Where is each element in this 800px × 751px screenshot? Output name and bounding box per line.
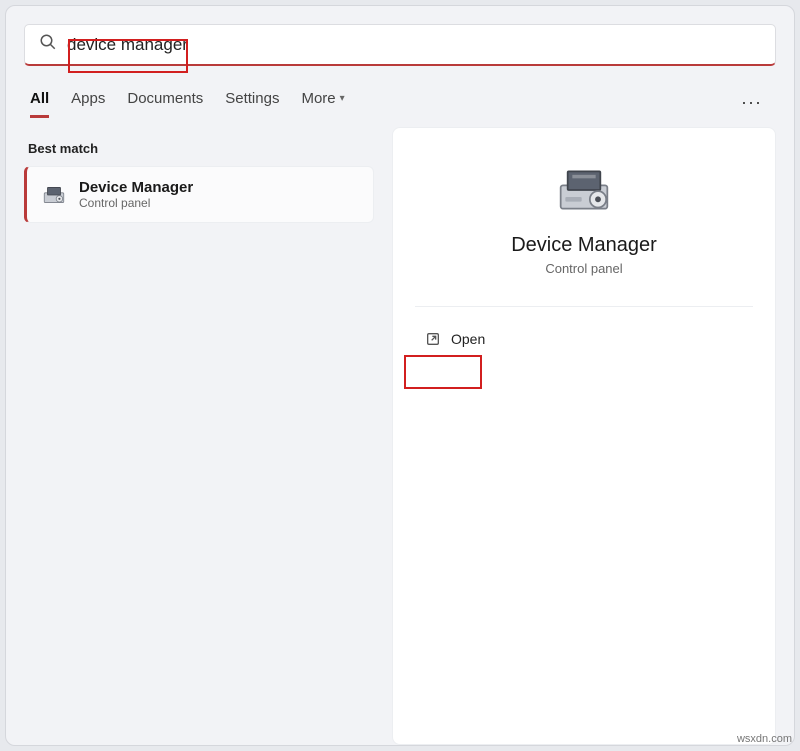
result-subtitle: Control panel	[79, 196, 193, 210]
divider	[415, 306, 753, 307]
results-area: Best match Device Manager Control panel	[24, 125, 776, 745]
tab-apps[interactable]: Apps	[71, 90, 105, 115]
tab-more[interactable]: More ▾	[301, 90, 344, 115]
chevron-down-icon: ▾	[340, 93, 345, 104]
start-search-window: All Apps Documents Settings More ▾ ··· B…	[5, 5, 795, 746]
device-manager-large-icon	[554, 162, 614, 218]
detail-subtitle: Control panel	[545, 261, 622, 276]
section-label-best-match: Best match	[24, 141, 374, 156]
result-item-device-manager[interactable]: Device Manager Control panel	[24, 166, 374, 223]
detail-actions: Open	[415, 325, 753, 353]
search-bar[interactable]	[24, 24, 776, 66]
result-text: Device Manager Control panel	[79, 179, 193, 210]
result-title: Device Manager	[79, 179, 193, 196]
open-label: Open	[451, 331, 485, 347]
open-button[interactable]: Open	[415, 325, 495, 353]
more-options-button[interactable]: ···	[733, 88, 770, 117]
tab-more-label: More	[301, 90, 335, 107]
device-manager-icon	[41, 182, 67, 208]
detail-panel: Device Manager Control panel Open	[392, 127, 776, 745]
open-external-icon	[425, 331, 441, 347]
tab-all[interactable]: All	[30, 90, 49, 118]
results-list: Best match Device Manager Control panel	[24, 125, 374, 745]
search-input[interactable]	[67, 35, 761, 55]
tab-settings[interactable]: Settings	[225, 90, 279, 115]
watermark: wsxdn.com	[737, 733, 792, 745]
tab-documents[interactable]: Documents	[127, 90, 203, 115]
detail-title: Device Manager	[511, 234, 657, 257]
search-icon	[39, 33, 57, 56]
filter-tabs: All Apps Documents Settings More ▾ ···	[24, 88, 776, 117]
